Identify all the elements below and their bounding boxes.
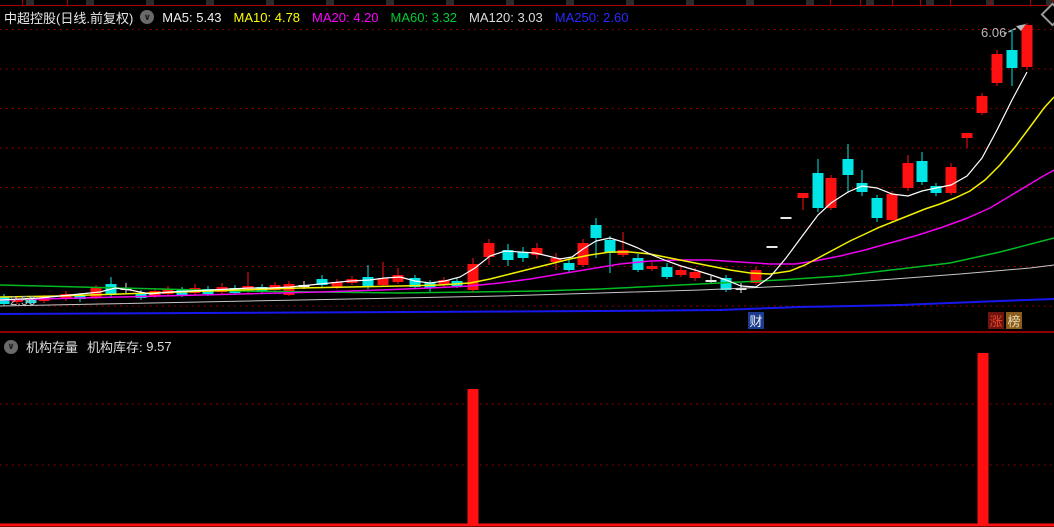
ma20-value: MA20: 4.20 <box>312 9 379 25</box>
collapse-main-chart-icon[interactable]: ∨ <box>140 10 155 24</box>
left-price-label: 2.56 <box>10 293 36 308</box>
rank-badge[interactable]: 榜 <box>1006 312 1022 329</box>
candlestick-chart[interactable] <box>0 0 1054 331</box>
chart-header: 中超控股(日线.前复权) ∨ MA5: 5.43 MA10: 4.78 MA20… <box>4 7 640 27</box>
institution-volume-chart[interactable] <box>0 333 1054 527</box>
limit-up-badge[interactable]: 涨 <box>988 312 1004 329</box>
ma60-value: MA60: 3.32 <box>390 9 458 25</box>
ma120-value: MA120: 3.03 <box>469 9 543 25</box>
main-chart-panel[interactable]: 2.56 6.06 财 涨 榜 <box>0 0 1054 331</box>
high-price-label: 6.06 <box>981 25 1007 40</box>
trading-terminal: { "header": { "title": "中超控股(日线.前复权)", "… <box>0 0 1054 527</box>
ma250-value: MA250: 2.60 <box>554 9 629 25</box>
chart-render-layer <box>0 23 1054 315</box>
panel-render-layer <box>0 353 1054 527</box>
panel-title: 机构存量 <box>26 340 79 355</box>
collapse-panel-icon[interactable]: ∨ <box>4 339 18 354</box>
panel-indicator-value: 9.57 <box>146 339 172 354</box>
panel-indicator-label: 机构库存: <box>87 340 143 355</box>
ma5-value: MA5: 5.43 <box>162 9 222 25</box>
institution-panel[interactable]: ∨ 机构存量 机构库存: 9.57 <box>0 331 1054 527</box>
news-badge[interactable]: 财 <box>748 312 764 329</box>
panel-header: ∨ 机构存量 机构库存: 9.57 <box>4 337 172 356</box>
stock-title: 中超控股(日线.前复权) <box>4 10 134 26</box>
ma10-value: MA10: 4.78 <box>233 9 301 25</box>
